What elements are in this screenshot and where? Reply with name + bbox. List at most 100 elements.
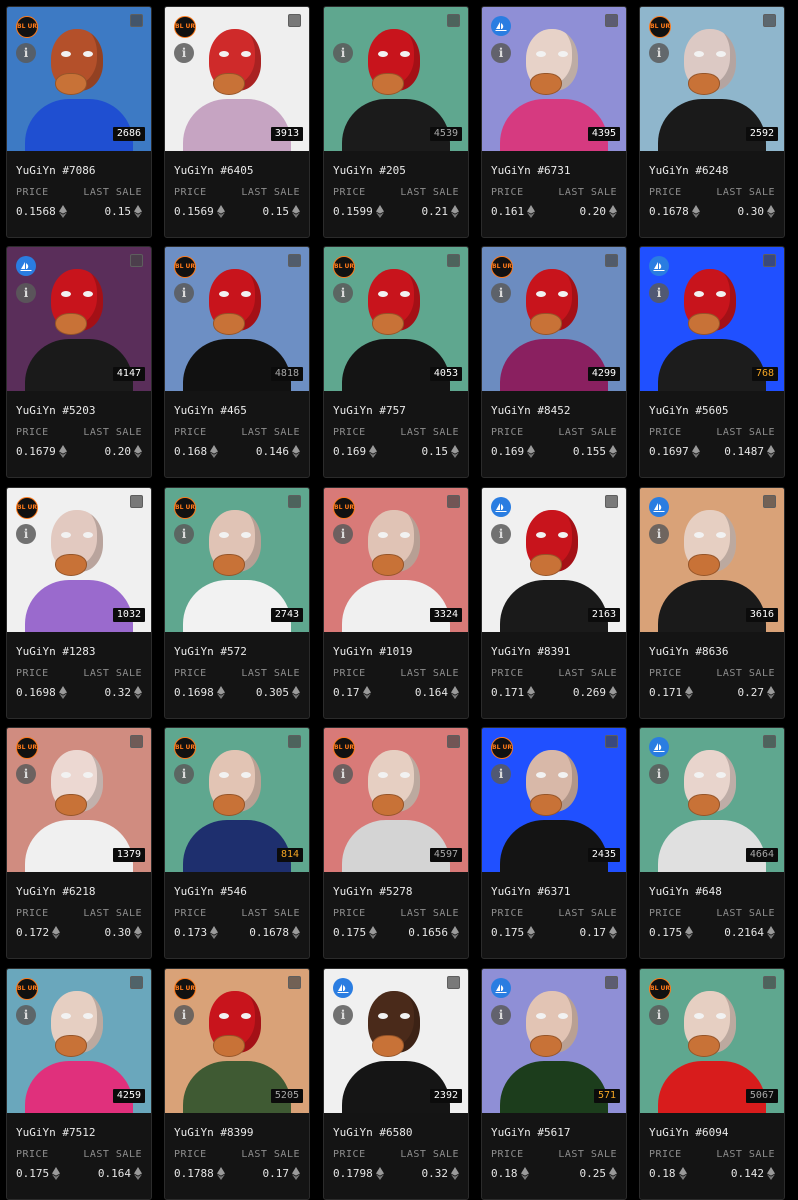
nft-image[interactable]: i 4395 (482, 7, 626, 151)
nft-card[interactable]: BL UR i 4818 YuGiYn #465 PRICE LAST SALE… (164, 246, 310, 478)
info-icon[interactable]: i (491, 283, 511, 303)
nft-image[interactable]: i 4147 (7, 247, 151, 391)
nft-card[interactable]: i 3616 YuGiYn #8636 PRICE LAST SALE 0.17… (639, 487, 785, 719)
nft-image[interactable]: i 2163 (482, 488, 626, 632)
info-icon[interactable]: i (16, 524, 36, 544)
nft-image[interactable]: BL UR i 2686 (7, 7, 151, 151)
nft-image[interactable]: BL UR i 2435 (482, 728, 626, 872)
nft-image[interactable]: BL UR i 3324 (324, 488, 468, 632)
nft-image[interactable]: BL UR i 4818 (165, 247, 309, 391)
nft-card[interactable]: BL UR i 5205 YuGiYn #8399 PRICE LAST SAL… (164, 968, 310, 1200)
nft-image[interactable]: i 571 (482, 969, 626, 1113)
nft-image[interactable]: BL UR i 3913 (165, 7, 309, 151)
nft-name[interactable]: YuGiYn #7512 (16, 1126, 95, 1139)
nft-name[interactable]: YuGiYn #465 (174, 404, 247, 417)
nft-image[interactable]: BL UR i 1032 (7, 488, 151, 632)
info-icon[interactable]: i (491, 1005, 511, 1025)
select-checkbox[interactable] (447, 976, 460, 989)
info-icon[interactable]: i (16, 764, 36, 784)
select-checkbox[interactable] (605, 14, 618, 27)
nft-name[interactable]: YuGiYn #8391 (491, 645, 570, 658)
info-icon[interactable]: i (649, 524, 669, 544)
nft-card[interactable]: i 2392 YuGiYn #6580 PRICE LAST SALE 0.17… (323, 968, 469, 1200)
nft-image[interactable]: BL UR i 4053 (324, 247, 468, 391)
nft-image[interactable]: BL UR i 2592 (640, 7, 784, 151)
info-icon[interactable]: i (174, 43, 194, 63)
nft-name[interactable]: YuGiYn #6248 (649, 164, 728, 177)
nft-name[interactable]: YuGiYn #7086 (16, 164, 95, 177)
nft-image[interactable]: i 3616 (640, 488, 784, 632)
nft-image[interactable]: BL UR i 2743 (165, 488, 309, 632)
info-icon[interactable]: i (174, 1005, 194, 1025)
nft-image[interactable]: BL UR i 1379 (7, 728, 151, 872)
select-checkbox[interactable] (288, 254, 301, 267)
nft-name[interactable]: YuGiYn #5278 (333, 885, 412, 898)
nft-card[interactable]: BL UR i 4259 YuGiYn #7512 PRICE LAST SAL… (6, 968, 152, 1200)
nft-card[interactable]: BL UR i 4053 YuGiYn #757 PRICE LAST SALE… (323, 246, 469, 478)
nft-image[interactable]: i 768 (640, 247, 784, 391)
select-checkbox[interactable] (763, 14, 776, 27)
nft-name[interactable]: YuGiYn #6731 (491, 164, 570, 177)
nft-image[interactable]: BL UR i 814 (165, 728, 309, 872)
nft-name[interactable]: YuGiYn #546 (174, 885, 247, 898)
info-icon[interactable]: i (649, 283, 669, 303)
info-icon[interactable]: i (333, 1005, 353, 1025)
nft-card[interactable]: BL UR i 814 YuGiYn #546 PRICE LAST SALE … (164, 727, 310, 959)
select-checkbox[interactable] (763, 495, 776, 508)
nft-name[interactable]: YuGiYn #5203 (16, 404, 95, 417)
nft-card[interactable]: BL UR i 4299 YuGiYn #8452 PRICE LAST SAL… (481, 246, 627, 478)
nft-name[interactable]: YuGiYn #648 (649, 885, 722, 898)
nft-card[interactable]: i 2163 YuGiYn #8391 PRICE LAST SALE 0.17… (481, 487, 627, 719)
info-icon[interactable]: i (333, 43, 353, 63)
nft-card[interactable]: i 4395 YuGiYn #6731 PRICE LAST SALE 0.16… (481, 6, 627, 238)
nft-image[interactable]: BL UR i 4299 (482, 247, 626, 391)
nft-image[interactable]: i 4664 (640, 728, 784, 872)
nft-name[interactable]: YuGiYn #5605 (649, 404, 728, 417)
nft-image[interactable]: BL UR i 4259 (7, 969, 151, 1113)
select-checkbox[interactable] (763, 976, 776, 989)
nft-name[interactable]: YuGiYn #6405 (174, 164, 253, 177)
nft-card[interactable]: i 768 YuGiYn #5605 PRICE LAST SALE 0.169… (639, 246, 785, 478)
nft-image[interactable]: BL UR i 5205 (165, 969, 309, 1113)
info-icon[interactable]: i (491, 764, 511, 784)
info-icon[interactable]: i (333, 524, 353, 544)
info-icon[interactable]: i (174, 764, 194, 784)
select-checkbox[interactable] (763, 254, 776, 267)
nft-name[interactable]: YuGiYn #8399 (174, 1126, 253, 1139)
info-icon[interactable]: i (333, 283, 353, 303)
nft-name[interactable]: YuGiYn #5617 (491, 1126, 570, 1139)
nft-image[interactable]: BL UR i 4597 (324, 728, 468, 872)
info-icon[interactable]: i (16, 283, 36, 303)
info-icon[interactable]: i (491, 524, 511, 544)
nft-name[interactable]: YuGiYn #6580 (333, 1126, 412, 1139)
select-checkbox[interactable] (605, 735, 618, 748)
select-checkbox[interactable] (605, 495, 618, 508)
nft-image[interactable]: i 4539 (324, 7, 468, 151)
info-icon[interactable]: i (491, 43, 511, 63)
nft-card[interactable]: BL UR i 2686 YuGiYn #7086 PRICE LAST SAL… (6, 6, 152, 238)
select-checkbox[interactable] (447, 495, 460, 508)
nft-name[interactable]: YuGiYn #205 (333, 164, 406, 177)
select-checkbox[interactable] (130, 495, 143, 508)
select-checkbox[interactable] (130, 14, 143, 27)
nft-name[interactable]: YuGiYn #6094 (649, 1126, 728, 1139)
nft-card[interactable]: BL UR i 1379 YuGiYn #6218 PRICE LAST SAL… (6, 727, 152, 959)
select-checkbox[interactable] (447, 254, 460, 267)
nft-name[interactable]: YuGiYn #757 (333, 404, 406, 417)
info-icon[interactable]: i (649, 43, 669, 63)
nft-card[interactable]: BL UR i 3913 YuGiYn #6405 PRICE LAST SAL… (164, 6, 310, 238)
select-checkbox[interactable] (288, 495, 301, 508)
select-checkbox[interactable] (288, 976, 301, 989)
nft-card[interactable]: BL UR i 4597 YuGiYn #5278 PRICE LAST SAL… (323, 727, 469, 959)
nft-card[interactable]: BL UR i 2592 YuGiYn #6248 PRICE LAST SAL… (639, 6, 785, 238)
nft-card[interactable]: BL UR i 5067 YuGiYn #6094 PRICE LAST SAL… (639, 968, 785, 1200)
nft-card[interactable]: BL UR i 1032 YuGiYn #1283 PRICE LAST SAL… (6, 487, 152, 719)
select-checkbox[interactable] (130, 976, 143, 989)
nft-name[interactable]: YuGiYn #1019 (333, 645, 412, 658)
info-icon[interactable]: i (174, 524, 194, 544)
info-icon[interactable]: i (333, 764, 353, 784)
select-checkbox[interactable] (763, 735, 776, 748)
nft-image[interactable]: BL UR i 5067 (640, 969, 784, 1113)
info-icon[interactable]: i (649, 1005, 669, 1025)
nft-card[interactable]: i 4664 YuGiYn #648 PRICE LAST SALE 0.175… (639, 727, 785, 959)
